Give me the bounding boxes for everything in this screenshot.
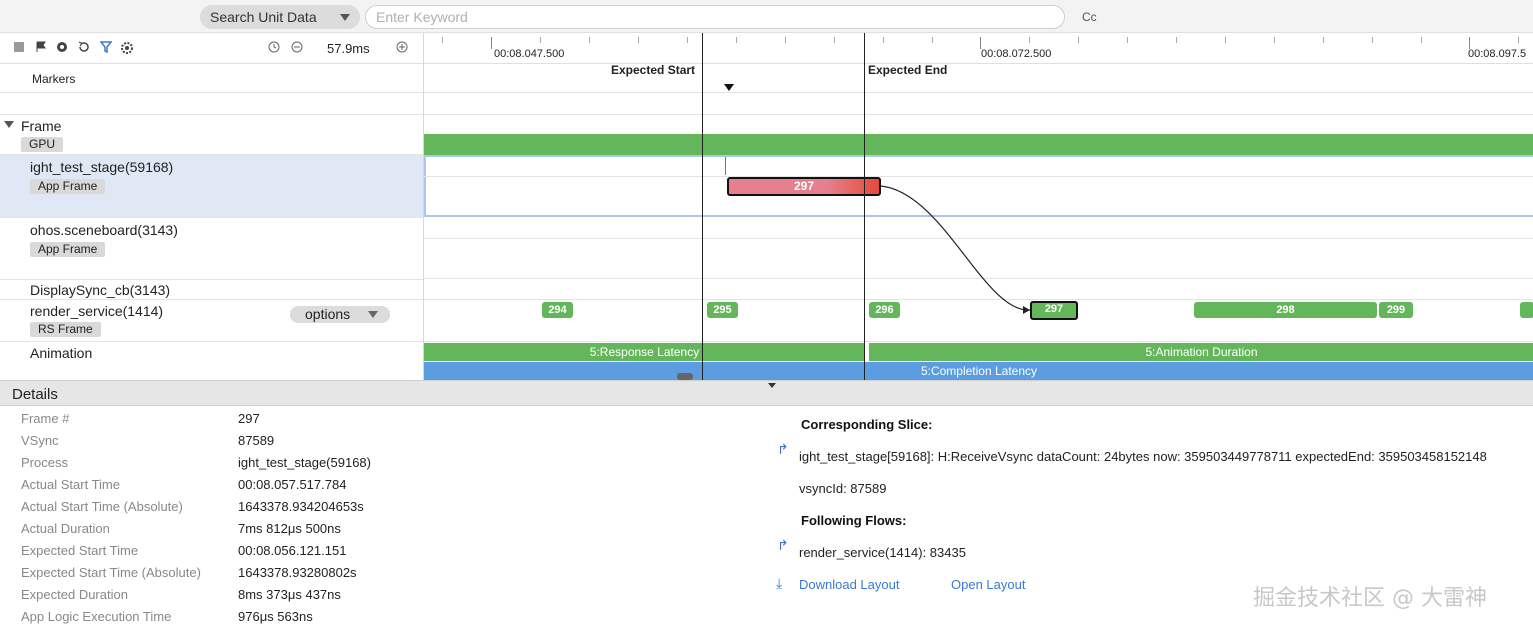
empty-row [0,93,423,115]
app-frame-tag: App Frame [30,179,106,194]
displaysync-row-label[interactable]: DisplaySync_cb(3143) [0,280,423,300]
corresponding-slice-text[interactable]: ight_test_stage[59168]: H:ReceiveVsync d… [799,449,1487,464]
detail-key: Frame # [21,411,70,426]
detail-value: 976μs 563ns [238,609,313,624]
detail-value: 00:08.056.121.151 [238,543,347,558]
rs-frame-tag: RS Frame [30,322,101,337]
filter-icon[interactable] [99,41,113,55]
detail-value: ight_test_stage(59168) [238,455,371,470]
timeline-panel[interactable]: 00:08.047.500 00:08.072.500 00:08.097.5 … [423,33,1533,380]
vsync-id-text: vsyncId: 87589 [799,481,887,496]
jump-link-icon[interactable]: ↱ [777,442,791,456]
download-layout-link[interactable]: Download Layout [799,577,899,592]
collapse-triangle-icon[interactable] [4,121,14,128]
markers-label: Markers [32,72,76,86]
frame-label: Frame [21,118,62,134]
search-bar: Search Unit Data Cc [0,0,1533,33]
detail-key: VSync [21,433,59,448]
detail-value: 8ms 373μs 437ns [238,587,341,602]
track-labels: Markers Frame GPU ight_test_stage(59168)… [0,64,423,380]
square-icon[interactable] [12,41,26,55]
detail-value: 297 [238,411,260,426]
stage-row-label[interactable]: ight_test_stage(59168) App Frame [0,155,423,218]
detail-key: Actual Start Time [21,477,120,492]
stage-process-label: ight_test_stage(59168) [30,159,174,175]
jump-link-icon[interactable]: ↱ [777,538,791,552]
zoom-in-icon[interactable] [395,41,409,55]
zoom-out-icon[interactable] [290,41,304,55]
detail-key: Process [21,455,68,470]
displaysync-label: DisplaySync_cb(3143) [30,282,171,298]
gpu-tag: GPU [21,137,64,152]
chevron-down-icon [368,311,378,318]
sceneboard-row-label[interactable]: ohos.sceneboard(3143) App Frame [0,218,423,280]
zoom-value: 57.9ms [327,41,370,56]
trace-toolbar: 57.9ms [0,33,423,64]
detail-value: 7ms 812μs 500ns [238,521,341,536]
following-flows-title: Following Flows: [801,513,907,528]
options-dropdown[interactable]: options [290,306,390,323]
chevron-down-icon [340,14,350,21]
settings-icon[interactable] [120,41,134,55]
options-label: options [305,306,351,322]
detail-key: Expected Start Time [21,543,139,558]
detail-value: 87589 [238,433,275,448]
clock-icon[interactable] [267,41,281,55]
download-icon[interactable]: ⤓ [776,576,790,590]
detail-key: Actual Start Time (Absolute) [21,499,183,514]
watermark: 掘金技术社区 @ 大雷神 [1253,586,1487,611]
detail-value: 1643378.93280802s [238,565,357,580]
animation-label: Animation [30,345,93,361]
app-frame-tag: App Frame [30,242,106,257]
detail-key: Actual Duration [21,521,110,536]
sceneboard-process-label: ohos.sceneboard(3143) [30,222,178,238]
markers-row-label: Markers [0,64,423,93]
refresh-icon[interactable] [77,41,91,55]
detail-key: Expected Start Time (Absolute) [21,565,201,580]
case-sensitive-toggle[interactable]: Cc [1082,10,1097,24]
detail-value: 00:08.057.517.784 [238,477,347,492]
detail-key: Expected Duration [21,587,128,602]
details-title: Details [12,386,58,403]
detail-key: App Logic Execution Time [21,609,172,624]
animation-row-label[interactable]: Animation [0,342,423,380]
detail-value: 1643378.934204653s [238,499,364,514]
render-process-label: render_service(1414) [30,303,164,319]
flow-arrow [880,185,1031,314]
pin-icon[interactable] [55,41,69,55]
following-flow-text[interactable]: render_service(1414): 83435 [799,545,966,560]
corresponding-slice-title: Corresponding Slice: [801,417,933,432]
search-unit-dropdown[interactable]: Search Unit Data [200,5,360,29]
collapse-icon[interactable] [768,383,776,388]
keyword-search-input[interactable] [365,5,1065,29]
flag-icon[interactable] [34,41,48,55]
open-layout-link[interactable]: Open Layout [951,577,1025,592]
details-header[interactable]: Details [0,380,1533,406]
frame-row-label[interactable]: Frame GPU [0,115,423,155]
search-unit-label: Search Unit Data [210,9,317,25]
